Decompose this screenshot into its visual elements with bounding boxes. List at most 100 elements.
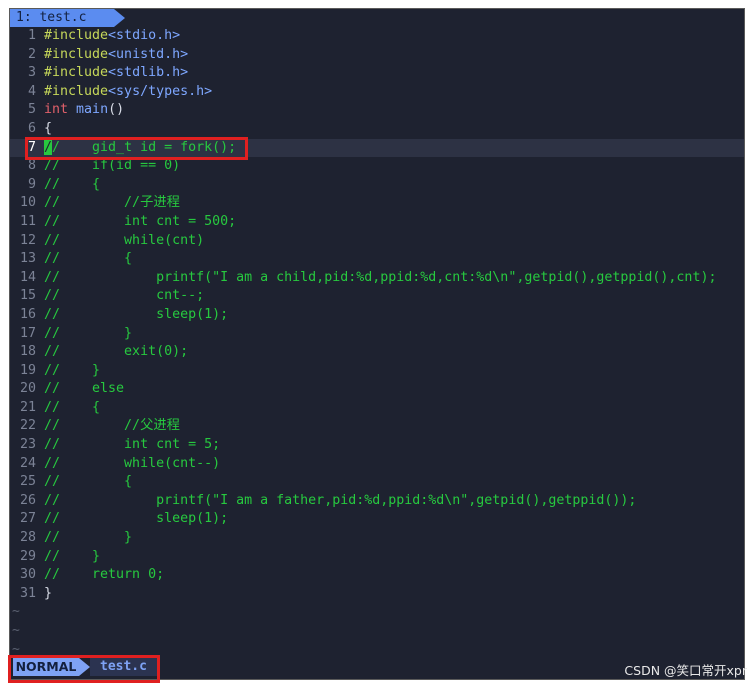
line-number: 9 bbox=[27, 176, 36, 192]
code-text[interactable]: #include<sys/types.h> bbox=[36, 83, 212, 102]
code-text[interactable]: // int cnt = 500; bbox=[36, 213, 236, 232]
code-text[interactable]: // } bbox=[36, 548, 100, 567]
code-line[interactable]: 25// { bbox=[10, 473, 744, 492]
code-line[interactable]: 14// printf("I am a child,pid:%d,ppid:%d… bbox=[10, 269, 744, 288]
empty-buffer-line: ~ bbox=[12, 623, 20, 638]
line-number: 1 bbox=[27, 28, 36, 43]
code-line[interactable]: 10// //子进程 bbox=[10, 194, 744, 213]
line-number: 26 bbox=[19, 492, 36, 508]
code-text[interactable]: // while(cnt) bbox=[36, 232, 204, 251]
code-line[interactable]: 20// else bbox=[10, 380, 744, 399]
code-text[interactable]: // //父进程 bbox=[36, 417, 180, 436]
code-text[interactable]: // { bbox=[36, 399, 100, 418]
status-filename: test.c bbox=[90, 658, 160, 676]
code-text[interactable]: // return 0; bbox=[36, 566, 164, 585]
line-number: 15 bbox=[19, 288, 36, 304]
vim-terminal-window[interactable]: 1: test.c 1 #include<stdio.h> 2 #include<un… bbox=[9, 8, 745, 680]
line-number: 23 bbox=[19, 437, 36, 453]
code-text[interactable]: // //子进程 bbox=[36, 194, 180, 213]
code-editor-buffer[interactable]: 1 #include<stdio.h> 2 #include<unistd.h> 3 #i… bbox=[10, 27, 744, 659]
code-line[interactable]: 5 int main() bbox=[10, 101, 744, 120]
tab-test-c[interactable]: 1: test.c bbox=[10, 9, 114, 27]
code-line[interactable]: 7// gid_t id = fork(); bbox=[10, 138, 744, 158]
code-text[interactable]: // { bbox=[36, 250, 132, 269]
line-number: 29 bbox=[19, 548, 36, 564]
line-number: 20 bbox=[19, 381, 36, 397]
code-text[interactable]: // } bbox=[36, 529, 132, 548]
line-number: 30 bbox=[19, 567, 36, 583]
code-text[interactable]: // exit(0); bbox=[36, 343, 188, 362]
code-text[interactable]: // } bbox=[36, 325, 132, 344]
watermark-text: CSDN @笑口常开xpr bbox=[624, 663, 747, 678]
line-number: 25 bbox=[19, 474, 36, 490]
line-number: 8 bbox=[27, 158, 36, 174]
code-line[interactable]: 31} bbox=[10, 585, 744, 604]
code-text[interactable]: // { bbox=[36, 473, 132, 492]
line-number: 3 bbox=[27, 65, 36, 81]
line-number: 6 bbox=[27, 120, 36, 136]
line-number: 27 bbox=[19, 511, 36, 527]
code-line[interactable]: 13// { bbox=[10, 250, 744, 269]
line-number: 16 bbox=[19, 306, 36, 322]
code-line[interactable]: 23// int cnt = 5; bbox=[10, 436, 744, 455]
tab-line: 1: test.c bbox=[10, 9, 744, 27]
code-line[interactable]: 22// //父进程 bbox=[10, 417, 744, 436]
code-text[interactable]: // if(id == 0) bbox=[36, 157, 180, 176]
line-number: 17 bbox=[19, 325, 36, 341]
line-number: 2 bbox=[27, 46, 36, 62]
line-number: 31 bbox=[19, 585, 36, 601]
code-line[interactable]: 2 #include<unistd.h> bbox=[10, 46, 744, 65]
code-line[interactable]: 1 #include<stdio.h> bbox=[10, 27, 744, 46]
code-line[interactable]: 24// while(cnt--) bbox=[10, 455, 744, 474]
code-text[interactable]: // gid_t id = fork(); bbox=[36, 139, 236, 158]
code-line[interactable]: 3 #include<stdlib.h> bbox=[10, 64, 744, 83]
code-text[interactable]: // cnt--; bbox=[36, 287, 204, 306]
line-number: 13 bbox=[19, 251, 36, 267]
code-text[interactable]: { bbox=[36, 120, 52, 139]
line-number: 28 bbox=[19, 530, 36, 546]
line-number: 19 bbox=[19, 362, 36, 378]
line-number: 11 bbox=[19, 213, 36, 229]
code-line[interactable]: 12// while(cnt) bbox=[10, 232, 744, 251]
code-text[interactable]: // } bbox=[36, 362, 100, 381]
code-text[interactable]: #include<unistd.h> bbox=[36, 46, 188, 65]
code-text[interactable]: // sleep(1); bbox=[36, 306, 228, 325]
code-text[interactable]: } bbox=[36, 585, 52, 604]
code-line[interactable]: 16// sleep(1); bbox=[10, 306, 744, 325]
code-text[interactable]: // else bbox=[36, 380, 124, 399]
code-text[interactable]: int main() bbox=[36, 101, 124, 120]
mode-indicator: NORMAL bbox=[13, 658, 79, 676]
code-line[interactable]: 21// { bbox=[10, 399, 744, 418]
code-line[interactable]: 28// } bbox=[10, 529, 744, 548]
line-number: 22 bbox=[19, 418, 36, 434]
code-text[interactable]: // while(cnt--) bbox=[36, 455, 220, 474]
code-line[interactable]: 18// exit(0); bbox=[10, 343, 744, 362]
code-text[interactable]: // printf("I am a father,pid:%d,ppid:%d\… bbox=[36, 492, 636, 511]
code-text[interactable]: // printf("I am a child,pid:%d,ppid:%d,c… bbox=[36, 269, 716, 288]
code-line[interactable]: 17// } bbox=[10, 325, 744, 344]
tab-arrow-separator bbox=[114, 9, 125, 27]
code-line[interactable]: 8// if(id == 0) bbox=[10, 157, 744, 176]
code-line[interactable]: 15// cnt--; bbox=[10, 287, 744, 306]
line-number: 12 bbox=[19, 232, 36, 248]
code-line[interactable]: 6{ bbox=[10, 120, 744, 139]
code-text[interactable]: // { bbox=[36, 176, 100, 195]
code-text[interactable]: #include<stdlib.h> bbox=[36, 64, 188, 83]
code-text[interactable]: // int cnt = 5; bbox=[36, 436, 220, 455]
code-text[interactable]: // sleep(1); bbox=[36, 510, 228, 529]
line-number: 24 bbox=[19, 455, 36, 471]
code-line[interactable]: 19// } bbox=[10, 362, 744, 381]
line-number: 7 bbox=[27, 139, 36, 155]
code-line[interactable]: 30// return 0; bbox=[10, 566, 744, 585]
code-line[interactable]: 29// } bbox=[10, 548, 744, 567]
code-line[interactable]: 4 #include<sys/types.h> bbox=[10, 83, 744, 102]
code-line[interactable]: 27// sleep(1); bbox=[10, 510, 744, 529]
code-text[interactable]: #include<stdio.h> bbox=[36, 27, 180, 46]
line-number: 18 bbox=[19, 344, 36, 360]
code-line[interactable]: 26// printf("I am a father,pid:%d,ppid:%… bbox=[10, 492, 744, 511]
line-number: 21 bbox=[19, 399, 36, 415]
code-line[interactable]: 9// { bbox=[10, 176, 744, 195]
line-number: 5 bbox=[27, 102, 36, 118]
line-number: 14 bbox=[19, 269, 36, 285]
code-line[interactable]: 11// int cnt = 500; bbox=[10, 213, 744, 232]
